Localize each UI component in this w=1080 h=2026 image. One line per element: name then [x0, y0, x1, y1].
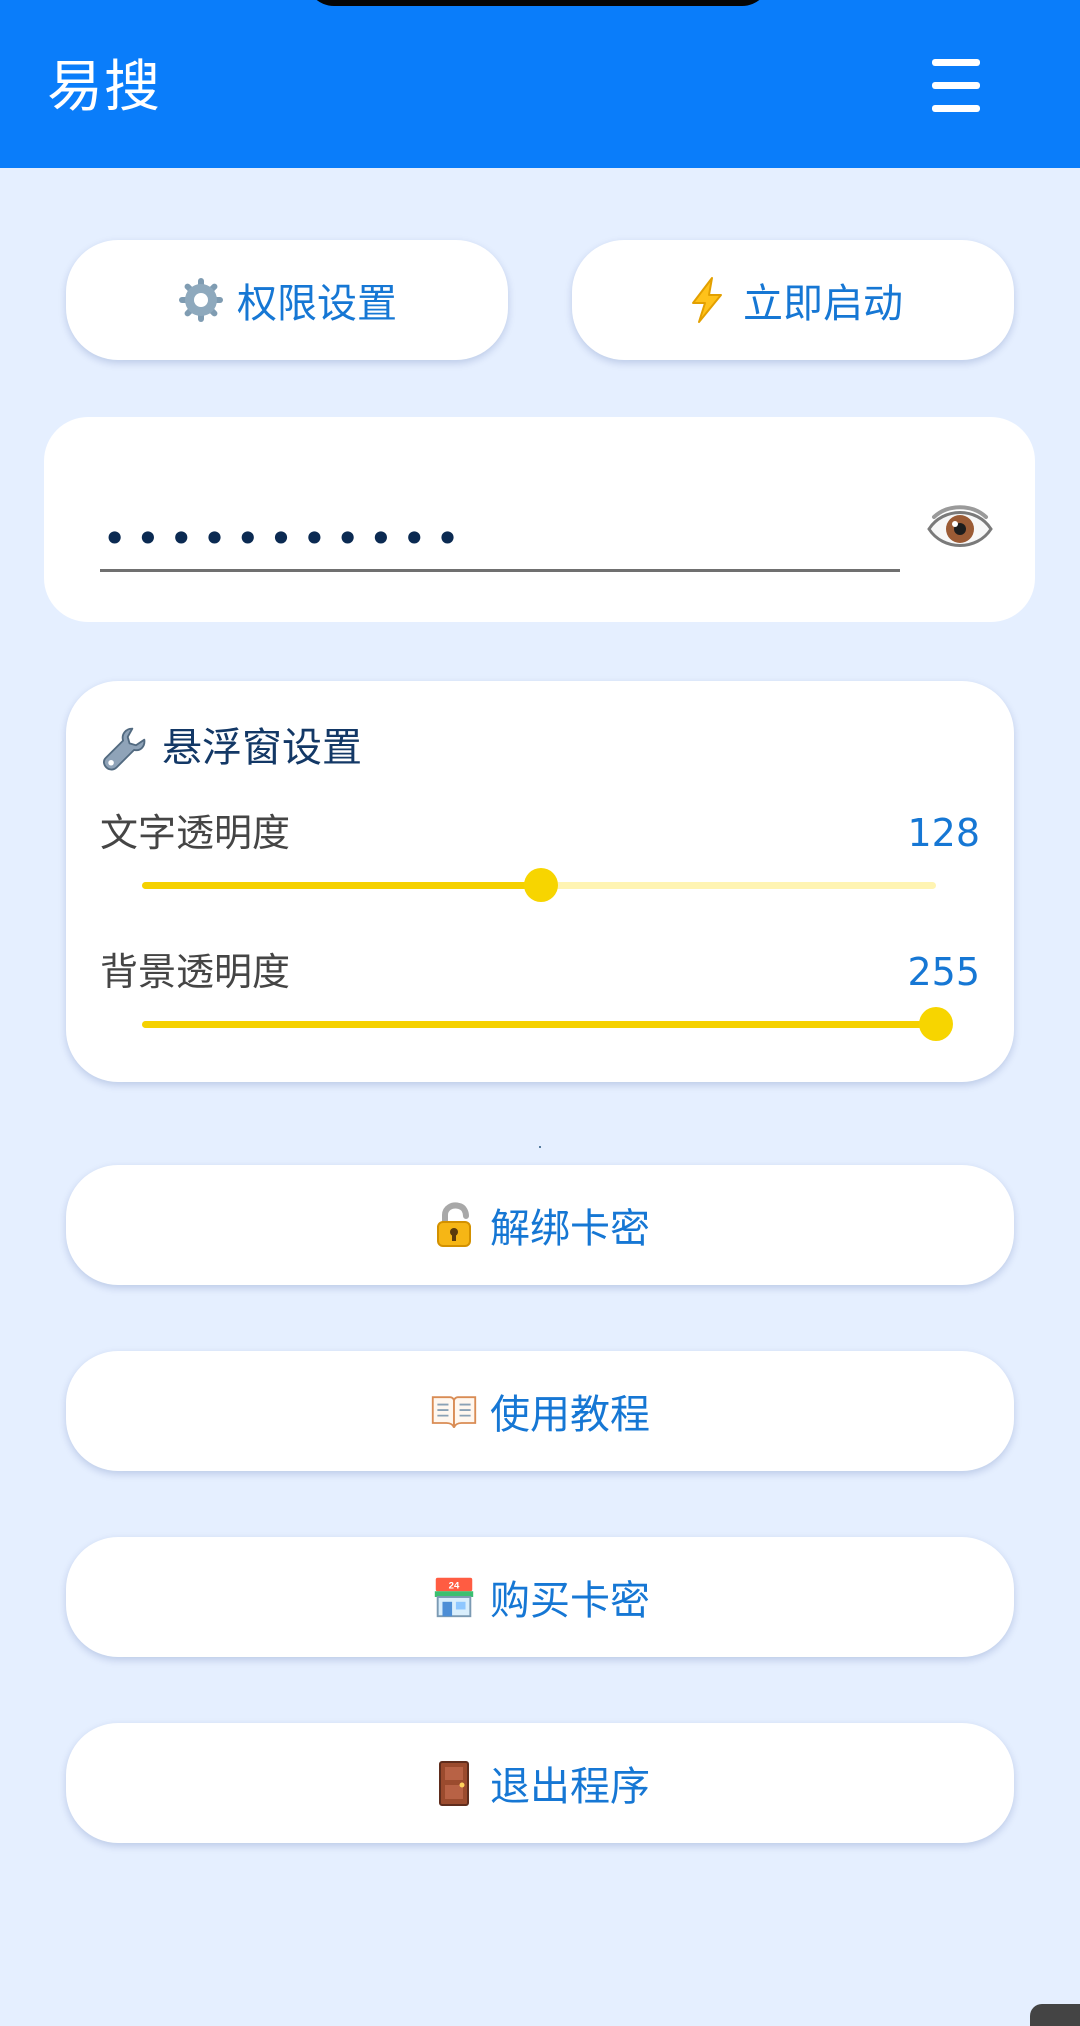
password-input[interactable]: [100, 512, 900, 572]
exit-program-label: 退出程序: [490, 1764, 650, 1810]
menu-icon: [932, 82, 980, 89]
text-opacity-slider[interactable]: [142, 866, 936, 906]
floating-window-settings-card: 悬浮窗设置 文字透明度 128 背景透明度 255: [66, 681, 1014, 1082]
text-opacity-value: 128: [907, 811, 980, 855]
gear-icon: [177, 276, 225, 324]
unbind-card-key-button[interactable]: 解绑卡密: [66, 1165, 1014, 1285]
tutorial-button[interactable]: 使用教程: [66, 1351, 1014, 1471]
decorative-dot: [539, 1146, 541, 1148]
menu-button[interactable]: [920, 55, 992, 119]
slider-fill: [142, 1021, 936, 1028]
background-opacity-label: 背景透明度: [100, 950, 291, 994]
slider-thumb[interactable]: [919, 1007, 953, 1041]
floating-window-settings-label: 悬浮窗设置: [162, 725, 362, 771]
tutorial-label: 使用教程: [490, 1392, 650, 1438]
text-opacity-label: 文字透明度: [100, 811, 291, 855]
exit-program-button[interactable]: 退出程序: [66, 1723, 1014, 1843]
background-opacity-slider[interactable]: [142, 1005, 953, 1045]
permission-settings-label: 权限设置: [237, 281, 397, 327]
system-navigation-handle: [1030, 2004, 1080, 2026]
background-opacity-value: 255: [907, 950, 980, 994]
menu-icon: [932, 59, 980, 66]
door-icon: [430, 1759, 478, 1807]
password-card: [44, 417, 1035, 622]
book-icon: [430, 1387, 478, 1435]
svg-text:24: 24: [449, 1580, 460, 1591]
app-bar: 易搜: [0, 0, 1080, 168]
store-icon: 24: [430, 1573, 478, 1621]
lightning-icon: [683, 276, 731, 324]
unlock-icon: [430, 1201, 478, 1249]
status-bar-notch: [306, 0, 770, 6]
slider-thumb[interactable]: [523, 868, 558, 902]
wrench-icon: [100, 724, 148, 772]
unbind-card-key-label: 解绑卡密: [490, 1206, 650, 1252]
slider-fill: [142, 882, 541, 889]
permission-settings-button[interactable]: 权限设置: [66, 240, 508, 360]
start-now-button[interactable]: 立即启动: [572, 240, 1014, 360]
app-title: 易搜: [47, 55, 161, 120]
floating-window-settings-title: 悬浮窗设置: [100, 721, 362, 775]
password-visibility-button[interactable]: [924, 493, 996, 565]
menu-icon: [932, 105, 980, 112]
start-now-label: 立即启动: [743, 281, 903, 327]
eye-icon: [927, 505, 993, 547]
buy-card-key-button[interactable]: 24 购买卡密: [66, 1537, 1014, 1657]
buy-card-key-label: 购买卡密: [490, 1578, 650, 1624]
